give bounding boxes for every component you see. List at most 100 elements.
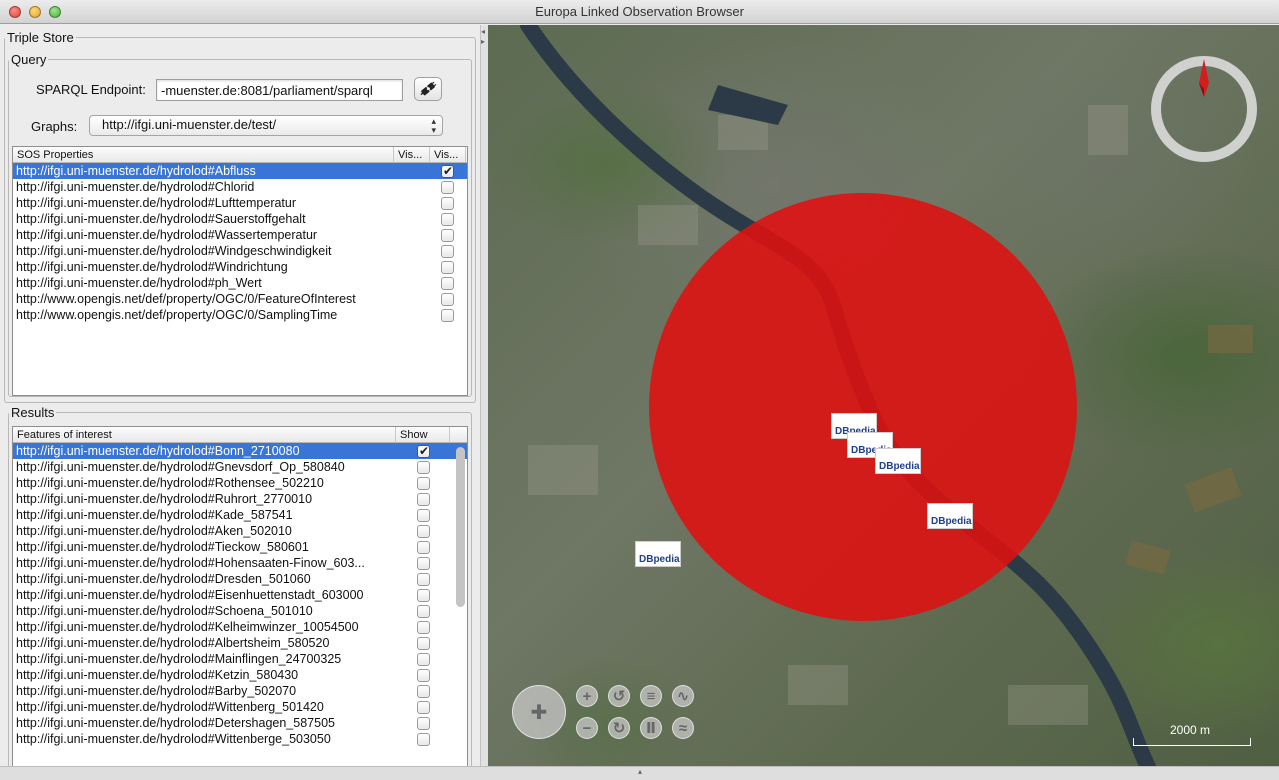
triple-store-legend: Triple Store [7,30,74,45]
table-row[interactable]: http://ifgi.uni-muenster.de/hydrolod#Det… [13,715,467,731]
visible-checkbox[interactable] [417,557,430,570]
connect-button[interactable] [414,77,442,101]
table-row[interactable]: http://ifgi.uni-muenster.de/hydrolod#Dre… [13,571,467,587]
table-row[interactable]: http://ifgi.uni-muenster.de/hydrolod#Kad… [13,507,467,523]
column-header[interactable]: SOS Properties [13,147,394,163]
table-row[interactable]: http://ifgi.uni-muenster.de/hydrolod#Ake… [13,523,467,539]
features-scrollbar-thumb[interactable] [456,447,465,607]
column-header[interactable]: Show [396,427,450,443]
visible-checkbox[interactable] [417,509,430,522]
table-row[interactable]: http://ifgi.uni-muenster.de/hydrolod#Kel… [13,619,467,635]
zoom-out-icon[interactable]: − [576,717,598,739]
table-row[interactable]: http://ifgi.uni-muenster.de/hydrolod#Eis… [13,587,467,603]
table-row[interactable]: http://ifgi.uni-muenster.de/hydrolod#Wit… [13,699,467,715]
visible-checkbox[interactable] [417,477,430,490]
visible-checkbox[interactable] [441,197,454,210]
visible-checkbox[interactable] [417,605,430,618]
table-row[interactable]: http://ifgi.uni-muenster.de/hydrolod#Mai… [13,651,467,667]
table-body: http://ifgi.uni-muenster.de/hydrolod#Abf… [13,163,467,323]
dbpedia-marker[interactable]: DBpedia [635,541,681,567]
visible-checkbox[interactable] [417,525,430,538]
pan-control-icon[interactable]: ✚ [512,685,566,739]
visible-checkbox[interactable] [417,653,430,666]
updown-arrows-icon: ▴ ▾ [431,116,436,135]
visible-checkbox[interactable] [417,541,430,554]
table-row[interactable]: http://ifgi.uni-muenster.de/hydrolod#Sau… [13,211,467,227]
rotate-left-icon[interactable]: ↺ [608,685,630,707]
visible-checkbox[interactable] [441,293,454,306]
table-row[interactable]: http://ifgi.uni-muenster.de/hydrolod#Sch… [13,603,467,619]
sparql-endpoint-field[interactable] [156,79,403,101]
table-row[interactable]: http://ifgi.uni-muenster.de/hydrolod#ph_… [13,275,467,291]
dbpedia-marker[interactable]: DBpedia [875,448,921,474]
row-uri: http://ifgi.uni-muenster.de/hydrolod#Win… [16,244,332,258]
visible-checkbox[interactable] [441,213,454,226]
zoom-in-icon[interactable]: + [576,685,598,707]
visible-checkbox[interactable] [417,637,430,650]
column-header[interactable]: Vis... [430,147,466,163]
collapse-bottom-icon[interactable]: ▴ [638,767,642,776]
reset-view-icon[interactable]: ≈ [672,717,694,739]
table-row[interactable]: http://ifgi.uni-muenster.de/hydrolod#Wit… [13,731,467,747]
visible-checkbox[interactable] [441,163,454,179]
visible-checkbox[interactable] [417,461,430,474]
table-row[interactable]: http://ifgi.uni-muenster.de/hydrolod#Rot… [13,475,467,491]
column-header[interactable]: Features of interest [13,427,396,443]
table-row[interactable]: http://ifgi.uni-muenster.de/hydrolod#Hoh… [13,555,467,571]
table-row[interactable]: http://ifgi.uni-muenster.de/hydrolod#Bar… [13,683,467,699]
row-uri: http://ifgi.uni-muenster.de/hydrolod#Tie… [16,540,309,554]
table-row[interactable]: http://www.opengis.net/def/property/OGC/… [13,307,467,323]
map-view[interactable]: DBpedia DBpedia DBpedia DBpedia DBpedia … [488,25,1279,767]
visible-checkbox[interactable] [417,573,430,586]
visible-checkbox[interactable] [417,443,430,459]
graphs-select[interactable]: http://ifgi.uni-muenster.de/test/ ▴ ▾ [89,115,443,136]
visible-checkbox[interactable] [417,701,430,714]
visible-checkbox[interactable] [417,493,430,506]
row-uri: http://ifgi.uni-muenster.de/hydrolod#Gne… [16,460,345,474]
tilt-down-icon[interactable]: Ⅱ [640,717,662,739]
table-row[interactable]: http://ifgi.uni-muenster.de/hydrolod#Was… [13,227,467,243]
table-body: http://ifgi.uni-muenster.de/hydrolod#Bon… [13,443,467,747]
look-around-icon[interactable]: ∿ [672,685,694,707]
zoom-window-button[interactable] [49,6,61,18]
tilt-up-icon[interactable]: ≡ [640,685,662,707]
table-row[interactable]: http://ifgi.uni-muenster.de/hydrolod#Ruh… [13,491,467,507]
visible-checkbox[interactable] [441,181,454,194]
table-row[interactable]: http://ifgi.uni-muenster.de/hydrolod#Tie… [13,539,467,555]
table-row[interactable]: http://ifgi.uni-muenster.de/hydrolod#Chl… [13,179,467,195]
collapse-left-icon[interactable]: ◂ [481,27,485,36]
table-row[interactable]: http://ifgi.uni-muenster.de/hydrolod#Abf… [13,163,467,179]
table-row[interactable]: http://ifgi.uni-muenster.de/hydrolod#Win… [13,259,467,275]
graphs-selected-value: http://ifgi.uni-muenster.de/test/ [102,117,277,132]
bottom-divider[interactable]: ▴ [0,766,1279,780]
split-pane-divider[interactable]: ◂ ▸ [480,25,488,770]
table-row[interactable]: http://ifgi.uni-muenster.de/hydrolod#Gne… [13,459,467,475]
table-row[interactable]: http://ifgi.uni-muenster.de/hydrolod#Alb… [13,635,467,651]
table-row[interactable]: http://ifgi.uni-muenster.de/hydrolod#Win… [13,243,467,259]
visible-checkbox[interactable] [441,277,454,290]
row-uri: http://ifgi.uni-muenster.de/hydrolod#Kad… [16,508,293,522]
visible-checkbox[interactable] [417,733,430,746]
column-header[interactable]: Vis... [394,147,430,163]
row-uri: http://ifgi.uni-muenster.de/hydrolod#Kel… [16,620,359,634]
visible-checkbox[interactable] [441,309,454,322]
table-row[interactable]: http://www.opengis.net/def/property/OGC/… [13,291,467,307]
visible-checkbox[interactable] [417,669,430,682]
visible-checkbox[interactable] [441,229,454,242]
dbpedia-marker[interactable]: DBpedia [927,503,973,529]
rotate-right-icon[interactable]: ↻ [608,717,630,739]
visible-checkbox[interactable] [417,717,430,730]
table-row[interactable]: http://ifgi.uni-muenster.de/hydrolod#Ket… [13,667,467,683]
minimize-window-button[interactable] [29,6,41,18]
compass-icon[interactable] [1148,53,1260,165]
marker-label: DBpedia [879,461,920,472]
close-window-button[interactable] [9,6,21,18]
visible-checkbox[interactable] [417,685,430,698]
visible-checkbox[interactable] [417,589,430,602]
table-row[interactable]: http://ifgi.uni-muenster.de/hydrolod#Bon… [13,443,467,459]
visible-checkbox[interactable] [441,245,454,258]
collapse-right-icon[interactable]: ▸ [481,37,485,46]
visible-checkbox[interactable] [441,261,454,274]
visible-checkbox[interactable] [417,621,430,634]
table-row[interactable]: http://ifgi.uni-muenster.de/hydrolod#Luf… [13,195,467,211]
